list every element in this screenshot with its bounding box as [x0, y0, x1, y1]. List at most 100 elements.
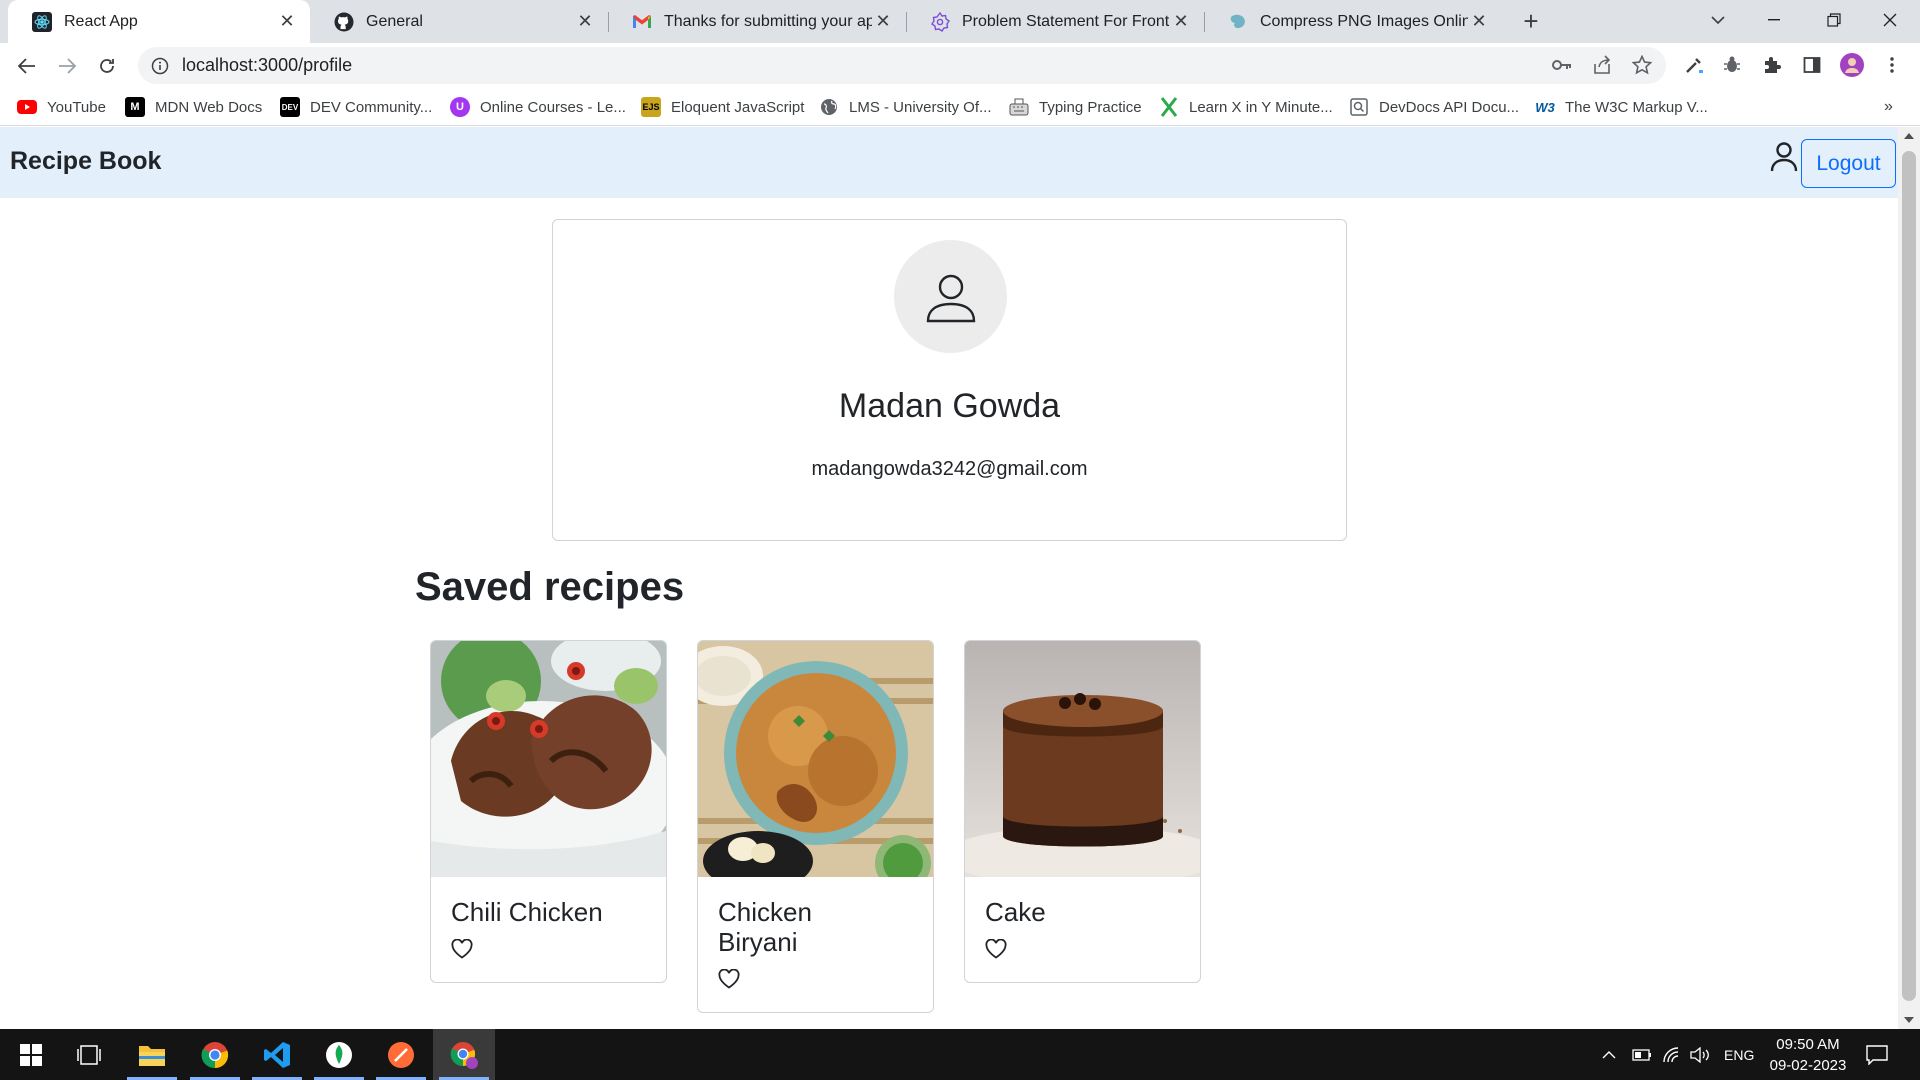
tab-title: Problem Statement For Frontend	[962, 12, 1170, 30]
bookmark-devdocs[interactable]: DevDocs API Docu...	[1349, 95, 1519, 119]
keyboard-icon	[1009, 97, 1029, 117]
bookmark-star-icon[interactable]	[1628, 51, 1656, 79]
user-avatar-icon	[926, 274, 975, 322]
reload-button[interactable]	[92, 51, 122, 81]
bookmark-lms[interactable]: LMS - University Of...	[819, 95, 992, 119]
more-bookmarks-button[interactable]: »	[1884, 95, 1893, 119]
bookmark-eloquent-js[interactable]: EJS Eloquent JavaScript	[641, 95, 804, 119]
github-icon	[334, 12, 354, 32]
profile-avatar[interactable]	[1838, 51, 1866, 79]
close-tab-icon[interactable]: ✕	[1468, 11, 1490, 33]
recipe-card[interactable]: Chicken Biryani	[697, 640, 934, 1013]
tab-compress-png[interactable]: Compress PNG Images Online ✕	[1204, 0, 1502, 43]
close-tab-icon[interactable]: ✕	[574, 11, 596, 33]
vscode-taskbar-button[interactable]	[246, 1029, 308, 1080]
tinypng-icon	[1228, 12, 1248, 32]
chrome-taskbar-button[interactable]	[184, 1029, 246, 1080]
tab-title: General	[366, 12, 423, 30]
close-window-button[interactable]	[1862, 0, 1918, 40]
restore-icon	[1827, 13, 1841, 27]
browser-menu-icon[interactable]	[1878, 51, 1906, 79]
minimize-window-button[interactable]	[1746, 0, 1802, 40]
mongodb-taskbar-button[interactable]	[308, 1029, 370, 1080]
bookmark-youtube[interactable]: YouTube	[17, 95, 106, 119]
back-button[interactable]	[12, 51, 42, 81]
file-explorer-button[interactable]	[121, 1029, 183, 1080]
tab-problem-statement[interactable]: Problem Statement For Frontend ✕	[906, 0, 1204, 43]
show-hidden-icons-button[interactable]	[1602, 1029, 1616, 1080]
bookmark-online-courses[interactable]: U Online Courses - Le...	[450, 95, 626, 119]
page-scrollbar[interactable]	[1898, 127, 1920, 1029]
tab-title: Thanks for submitting your applic	[664, 12, 872, 30]
devdocs-icon	[1349, 97, 1369, 117]
brand-title[interactable]: Recipe Book	[10, 147, 161, 176]
chrome-profile-taskbar-button[interactable]	[433, 1029, 495, 1080]
scroll-down-arrow-icon[interactable]	[1904, 1017, 1914, 1023]
info-icon[interactable]	[150, 56, 170, 76]
tab-react-app[interactable]: React App ✕	[8, 0, 310, 43]
url-text: localhost:3000/profile	[182, 55, 353, 75]
ejs-icon: EJS	[641, 97, 661, 117]
battery-icon[interactable]	[1632, 1029, 1652, 1080]
bug-extension-icon[interactable]	[1718, 51, 1746, 79]
scrollbar-thumb[interactable]	[1902, 151, 1916, 1001]
windows-taskbar: ENG 09:50 AM 09-02-2023	[0, 1029, 1920, 1080]
arrow-left-icon	[18, 58, 35, 74]
new-tab-button[interactable]: +	[1518, 8, 1544, 35]
password-key-icon[interactable]	[1548, 51, 1576, 79]
start-button[interactable]	[0, 1029, 62, 1080]
bookmark-dev-community[interactable]: DEV DEV Community...	[280, 95, 432, 119]
wifi-icon[interactable]	[1662, 1029, 1682, 1080]
chevron-up-icon	[1602, 1051, 1616, 1059]
forward-button[interactable]	[52, 51, 82, 81]
w3c-icon: W3	[1535, 99, 1555, 115]
bookmark-label: DevDocs API Docu...	[1379, 98, 1520, 116]
chrome-profile-icon	[450, 1041, 478, 1069]
close-tab-icon[interactable]: ✕	[276, 11, 298, 33]
bookmark-w3c[interactable]: W3 The W3C Markup V...	[1535, 95, 1708, 119]
bookmark-mdn[interactable]: M MDN Web Docs	[125, 95, 262, 119]
logout-button[interactable]: Logout	[1801, 139, 1896, 188]
close-tab-icon[interactable]: ✕	[1170, 11, 1192, 33]
tab-search-button[interactable]	[1690, 0, 1746, 40]
heart-icon[interactable]	[718, 968, 740, 989]
bookmark-label: MDN Web Docs	[155, 98, 263, 116]
restore-window-button[interactable]	[1806, 0, 1862, 40]
heart-icon[interactable]	[451, 938, 473, 959]
task-view-button[interactable]	[58, 1029, 120, 1080]
tab-general[interactable]: General ✕	[310, 0, 608, 43]
bookmark-label: Learn X in Y Minute...	[1189, 98, 1333, 116]
share-icon[interactable]	[1588, 51, 1616, 79]
profile-email: madangowda3242@gmail.com	[811, 458, 1088, 480]
close-tab-icon[interactable]: ✕	[872, 11, 894, 33]
page-viewport: Recipe Book Logout Madan Gowda madangowd…	[0, 127, 1898, 1029]
bookmark-label: LMS - University Of...	[849, 98, 992, 116]
recipe-card[interactable]: Chili Chicken	[430, 640, 667, 983]
user-icon[interactable]	[1770, 141, 1800, 175]
address-bar[interactable]: localhost:3000/profile	[138, 47, 1666, 84]
heart-icon[interactable]	[985, 938, 1007, 959]
tab-gmail[interactable]: Thanks for submitting your applic ✕	[608, 0, 906, 43]
x-icon	[1159, 97, 1179, 117]
bookmark-learn-x[interactable]: Learn X in Y Minute...	[1159, 95, 1333, 119]
notification-icon	[1866, 1044, 1888, 1065]
clock-time: 09:50 AM	[1776, 1036, 1840, 1053]
notifications-button[interactable]	[1866, 1029, 1888, 1080]
taskbar-clock[interactable]: 09:50 AM 09-02-2023	[1762, 1034, 1854, 1076]
saved-recipes-heading: Saved recipes	[415, 565, 685, 609]
recipe-name: Chicken Biryani	[718, 897, 812, 957]
chicken-biryani-photo	[698, 641, 933, 877]
bookmarks-bar: YouTube M MDN Web Docs DEV DEV Community…	[0, 88, 1920, 126]
volume-icon[interactable]	[1690, 1029, 1712, 1080]
chocolate-cake-photo	[965, 641, 1200, 877]
extensions-puzzle-icon[interactable]	[1758, 51, 1786, 79]
side-panel-icon[interactable]	[1798, 51, 1826, 79]
chili-chicken-photo	[431, 641, 666, 877]
postman-taskbar-button[interactable]	[370, 1029, 432, 1080]
vscode-icon	[264, 1041, 290, 1068]
recipe-card[interactable]: Cake	[964, 640, 1201, 983]
language-indicator[interactable]: ENG	[1724, 1029, 1754, 1080]
bookmark-typing-practice[interactable]: Typing Practice	[1009, 95, 1142, 119]
eyedropper-icon[interactable]	[1680, 51, 1708, 79]
scroll-up-arrow-icon[interactable]	[1904, 133, 1914, 139]
